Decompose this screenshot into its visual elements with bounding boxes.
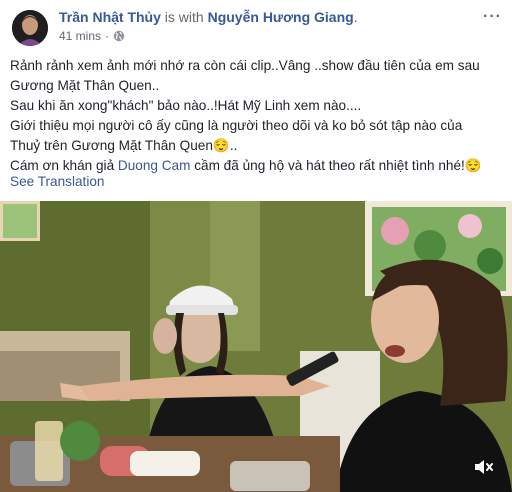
post-line-last: Cám ơn khán giả Duong Cam cầm đã ủng hộ … xyxy=(10,156,505,176)
mention-link[interactable]: Duong Cam xyxy=(118,158,191,173)
post-line-text: Cám ơn khán giả xyxy=(10,158,118,173)
author-name[interactable]: Trần Nhật Thủy xyxy=(59,9,161,25)
speaker-muted-icon[interactable] xyxy=(472,456,494,478)
post-line: Gương Mặt Thân Quen.. xyxy=(10,78,160,93)
author-line: Trần Nhật Thủy is with Nguyễn Hương Gian… xyxy=(59,9,358,25)
post-line: Giới thiệu mọi người cô ấy cũng là người… xyxy=(10,118,463,133)
see-translation-link[interactable]: See Translation xyxy=(10,174,104,189)
post-line-text: cầm đã ủng hộ và hát theo rất nhiệt tình… xyxy=(190,158,482,173)
post-line: Sau khi ăn xong"khách" bảo nào..!Hát Mỹ … xyxy=(10,98,362,113)
post-meta: 41 mins · xyxy=(59,29,125,43)
globe-icon[interactable] xyxy=(113,30,125,42)
post-header: Trần Nhật Thủy is with Nguyễn Hương Gian… xyxy=(0,0,512,52)
author-avatar[interactable] xyxy=(12,10,48,46)
video-frame xyxy=(0,201,512,492)
timestamp[interactable]: 41 mins xyxy=(59,29,101,43)
with-text: is with xyxy=(164,9,204,25)
tagged-user[interactable]: Nguyễn Hương Giang xyxy=(208,9,354,25)
post-line: Thuỷ trên Gương Mặt Thân Quen😌.. xyxy=(10,138,238,153)
post-body: Rảnh rảnh xem ảnh mới nhớ ra còn cái cli… xyxy=(10,56,505,176)
meta-separator: · xyxy=(105,29,110,43)
video-player[interactable] xyxy=(0,201,512,492)
post-line: Rảnh rảnh xem ảnh mới nhớ ra còn cái cli… xyxy=(10,58,480,73)
more-options-button[interactable]: ··· xyxy=(483,8,502,26)
